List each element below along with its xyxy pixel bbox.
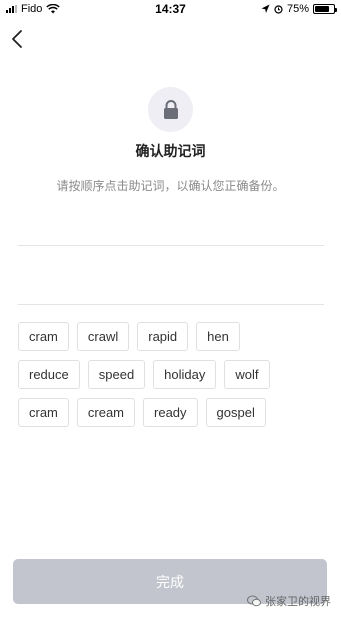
alarm-icon xyxy=(274,5,283,14)
word-grid: cram crawl rapid hen reduce speed holiday wolf c… xyxy=(18,322,328,436)
watermark-text: 张家卫的视界 xyxy=(265,596,331,608)
wechat-icon xyxy=(247,595,261,607)
mnemonic-word-chip[interactable]: cram xyxy=(18,322,69,351)
watermark: 张家卫的视界 xyxy=(247,593,331,609)
battery-fill xyxy=(315,6,329,12)
mnemonic-word-chip[interactable]: wolf xyxy=(224,360,270,389)
location-icon xyxy=(261,4,270,13)
mnemonic-word-chip[interactable]: reduce xyxy=(18,360,80,389)
status-bar: Fido 14:37 75% xyxy=(0,0,341,20)
mnemonic-word-chip[interactable]: hen xyxy=(196,322,240,351)
mnemonic-word-chip[interactable]: crawl xyxy=(76,322,130,351)
mnemonic-word-chip[interactable]: speed xyxy=(87,360,146,389)
battery-percent: 75% xyxy=(286,3,309,15)
word-row: cram cream ready gospel xyxy=(18,398,328,427)
lock-icon xyxy=(163,99,178,119)
selected-words-area[interactable] xyxy=(18,245,324,305)
mnemonic-word-chip[interactable]: cram xyxy=(18,398,69,427)
battery-icon xyxy=(313,4,337,14)
back-button[interactable] xyxy=(8,28,28,50)
page-title: 确认助记词 xyxy=(135,143,206,159)
page-subtitle: 请按顺序点击助记词，以确认您正确备份。 xyxy=(56,179,285,193)
mnemonic-word-chip[interactable]: holiday xyxy=(153,360,217,389)
mnemonic-word-chip[interactable]: rapid xyxy=(137,322,189,351)
mnemonic-word-chip[interactable]: gospel xyxy=(205,398,266,427)
word-row: reduce speed holiday wolf xyxy=(18,360,328,389)
status-right: 75% xyxy=(261,3,337,15)
chevron-left-icon xyxy=(12,30,22,48)
lock-badge xyxy=(148,87,193,132)
mnemonic-word-chip[interactable]: cream xyxy=(76,398,136,427)
word-row: cram crawl rapid hen xyxy=(18,322,328,351)
mnemonic-word-chip[interactable]: ready xyxy=(143,398,198,427)
